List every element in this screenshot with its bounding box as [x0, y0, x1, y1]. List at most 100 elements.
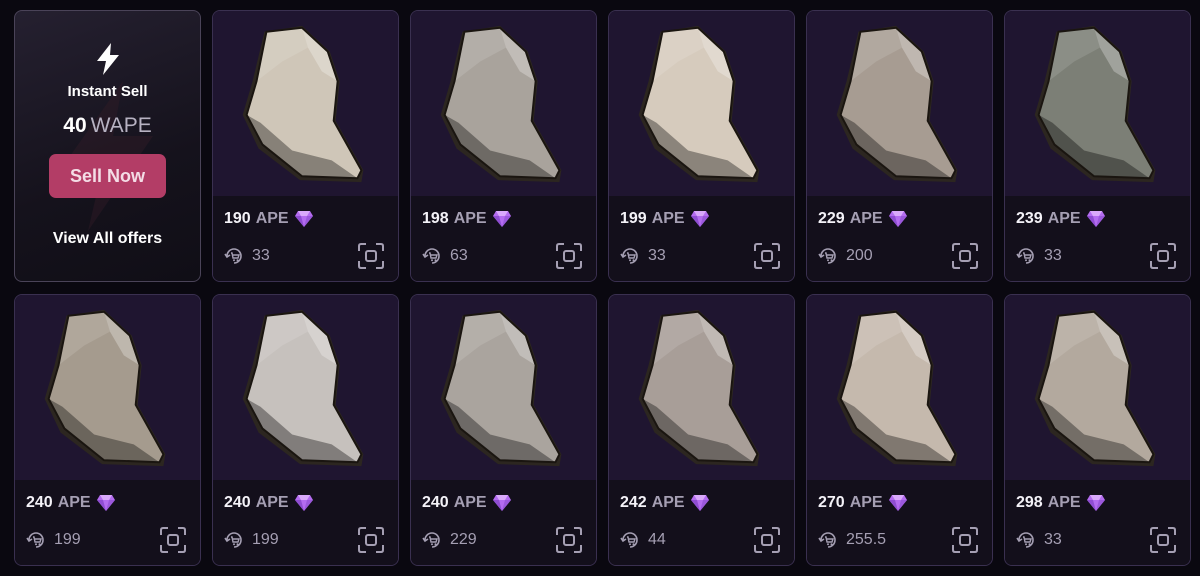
scan-icon[interactable]	[754, 527, 780, 553]
sales-count: 200	[846, 247, 873, 264]
listing-price: 229 APE	[818, 210, 908, 228]
scan-icon[interactable]	[556, 243, 582, 269]
rock-icon	[836, 25, 958, 183]
listing-card-11[interactable]: 298 APE 33	[1004, 294, 1191, 566]
rock-icon	[638, 309, 760, 467]
listing-card-2[interactable]: 198 APE 63	[410, 10, 597, 282]
scan-icon[interactable]	[1150, 243, 1176, 269]
scan-icon[interactable]	[754, 243, 780, 269]
nft-image	[213, 295, 398, 480]
listing-info: 199 APE 33	[609, 196, 794, 281]
rock-icon	[242, 309, 364, 467]
price-value: 229	[818, 210, 845, 227]
view-all-offers-link[interactable]: View All offers	[15, 230, 200, 248]
listing-sales: 63	[422, 246, 468, 266]
scan-icon[interactable]	[952, 527, 978, 553]
listing-sales: 44	[620, 530, 666, 550]
rock-icon	[440, 309, 562, 467]
listing-card-1[interactable]: 190 APE 33	[212, 10, 399, 282]
price-currency: APE	[255, 494, 289, 511]
nft-image	[609, 295, 794, 480]
listing-sales: 33	[1016, 530, 1062, 550]
listing-card-6[interactable]: 240 APE 199	[14, 294, 201, 566]
price-value: 240	[26, 494, 53, 511]
rock-icon	[836, 309, 958, 467]
cart-refresh-icon	[818, 248, 836, 264]
listing-sales: 199	[26, 530, 81, 550]
listing-info: 270 APE 255.5	[807, 480, 992, 565]
listing-info: 229 APE 200	[807, 196, 992, 281]
cart-refresh-icon	[1016, 532, 1034, 548]
listing-sales: 229	[422, 530, 477, 550]
sales-count: 255.5	[846, 531, 887, 548]
scan-icon[interactable]	[556, 527, 582, 553]
listing-sales: 33	[620, 246, 666, 266]
listing-price: 190 APE	[224, 210, 314, 228]
listing-info: 190 APE 33	[213, 196, 398, 281]
price-value: 198	[422, 210, 449, 227]
listing-card-7[interactable]: 240 APE 199	[212, 294, 399, 566]
price-value: 298	[1016, 494, 1043, 511]
diamond-icon	[492, 211, 511, 227]
listing-card-10[interactable]: 270 APE 255.5	[806, 294, 993, 566]
listing-card-3[interactable]: 199 APE 33	[608, 10, 795, 282]
price-currency: APE	[651, 494, 685, 511]
scan-icon[interactable]	[952, 243, 978, 269]
diamond-icon	[1086, 495, 1105, 511]
listing-price: 240 APE	[26, 494, 116, 512]
nft-image	[807, 295, 992, 480]
cart-refresh-icon	[1016, 248, 1034, 264]
price-value: 240	[422, 494, 449, 511]
price-currency: APE	[849, 494, 883, 511]
scan-icon[interactable]	[1150, 527, 1176, 553]
sales-count: 44	[648, 531, 666, 548]
cart-refresh-icon	[620, 532, 638, 548]
listing-price: 298 APE	[1016, 494, 1106, 512]
diamond-icon	[690, 211, 709, 227]
listing-card-9[interactable]: 242 APE 44	[608, 294, 795, 566]
nft-image	[807, 11, 992, 196]
cart-refresh-icon	[26, 532, 44, 548]
listing-card-4[interactable]: 229 APE 200	[806, 10, 993, 282]
lightning-icon	[97, 43, 119, 75]
listing-price: 199 APE	[620, 210, 710, 228]
rock-icon	[440, 25, 562, 183]
listing-sales: 199	[224, 530, 279, 550]
listing-price: 242 APE	[620, 494, 710, 512]
listing-card-5[interactable]: 239 APE 33	[1004, 10, 1191, 282]
instant-sell-unit: WAPE	[90, 114, 152, 137]
sales-count: 33	[252, 247, 270, 264]
listing-sales: 33	[1016, 246, 1062, 266]
listing-info: 198 APE 63	[411, 196, 596, 281]
diamond-icon	[888, 211, 907, 227]
scan-icon[interactable]	[160, 527, 186, 553]
sales-count: 33	[648, 247, 666, 264]
cart-refresh-icon	[620, 248, 638, 264]
instant-sell-amount: 40 WAPE	[15, 114, 200, 138]
listing-info: 240 APE 229	[411, 480, 596, 565]
instant-sell-value: 40	[63, 114, 87, 137]
listing-info: 242 APE 44	[609, 480, 794, 565]
sell-now-button[interactable]: Sell Now	[49, 154, 166, 198]
diamond-icon	[492, 495, 511, 511]
price-value: 240	[224, 494, 251, 511]
rock-icon	[242, 25, 364, 183]
listing-price: 240 APE	[422, 494, 512, 512]
nft-image	[213, 11, 398, 196]
price-currency: APE	[1047, 494, 1081, 511]
nft-image	[15, 295, 200, 480]
cart-refresh-icon	[224, 248, 242, 264]
scan-icon[interactable]	[358, 243, 384, 269]
diamond-icon	[294, 211, 313, 227]
scan-icon[interactable]	[358, 527, 384, 553]
sales-count: 229	[450, 531, 477, 548]
listing-sales: 33	[224, 246, 270, 266]
listing-grid: Instant Sell 40 WAPE Sell Now View All of…	[14, 10, 1191, 566]
nft-image	[609, 11, 794, 196]
price-currency: APE	[453, 210, 487, 227]
rock-icon	[44, 309, 166, 467]
price-currency: APE	[651, 210, 685, 227]
sales-count: 33	[1044, 247, 1062, 264]
listing-info: 239 APE 33	[1005, 196, 1190, 281]
listing-card-8[interactable]: 240 APE 229	[410, 294, 597, 566]
